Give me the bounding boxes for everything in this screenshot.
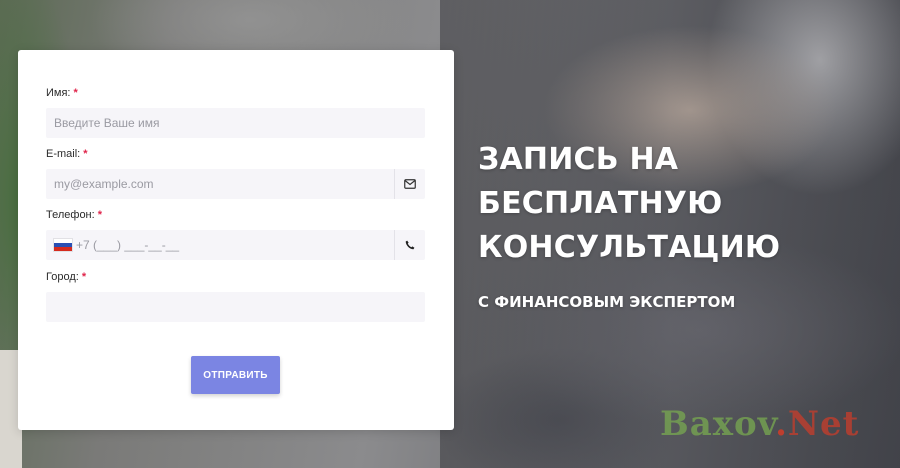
email-field: E-mail: * (46, 147, 425, 199)
required-mark: * (81, 271, 87, 283)
phone-field: Телефон: * (46, 208, 425, 260)
email-input[interactable] (46, 169, 394, 199)
phone-input[interactable] (72, 230, 394, 260)
consultation-form: Имя:* E-mail:* Телефон:* (18, 50, 454, 430)
email-input-wrapper (46, 169, 425, 199)
city-label: Город: * (46, 271, 87, 283)
promo-headline: ЗАПИСЬ НА БЕСПЛАТНУЮ КОНСУЛЬТАЦИЮ (478, 138, 878, 270)
phone-label: Телефон: * (46, 209, 102, 221)
submit-button[interactable]: ОТПРАВИТЬ (191, 356, 280, 394)
promo-subheadline: С ФИНАНСОВЫМ ЭКСПЕРТОМ (478, 293, 736, 311)
name-label: Имя: * (46, 87, 78, 99)
russia-flag-icon[interactable] (54, 239, 72, 251)
name-field: Имя: * (46, 86, 425, 138)
phone-input-wrapper (46, 230, 425, 260)
city-input-wrapper (46, 292, 425, 322)
headline-line: КОНСУЛЬТАЦИЮ (478, 230, 781, 265)
name-input-wrapper (46, 108, 425, 138)
required-mark: * (97, 209, 102, 221)
email-addon (394, 169, 425, 199)
headline-line: БЕСПЛАТНУЮ (478, 186, 723, 221)
email-label: E-mail: * (46, 148, 88, 160)
required-mark: * (83, 148, 88, 160)
phone-icon (405, 240, 415, 250)
name-input[interactable] (46, 108, 425, 138)
envelope-icon (404, 179, 416, 189)
watermark: Baxov.Net (660, 404, 860, 444)
headline-line: ЗАПИСЬ НА (478, 142, 679, 177)
city-field: Город: * (46, 270, 425, 322)
required-mark: * (73, 87, 78, 99)
city-input[interactable] (46, 292, 425, 322)
phone-addon (394, 230, 425, 260)
